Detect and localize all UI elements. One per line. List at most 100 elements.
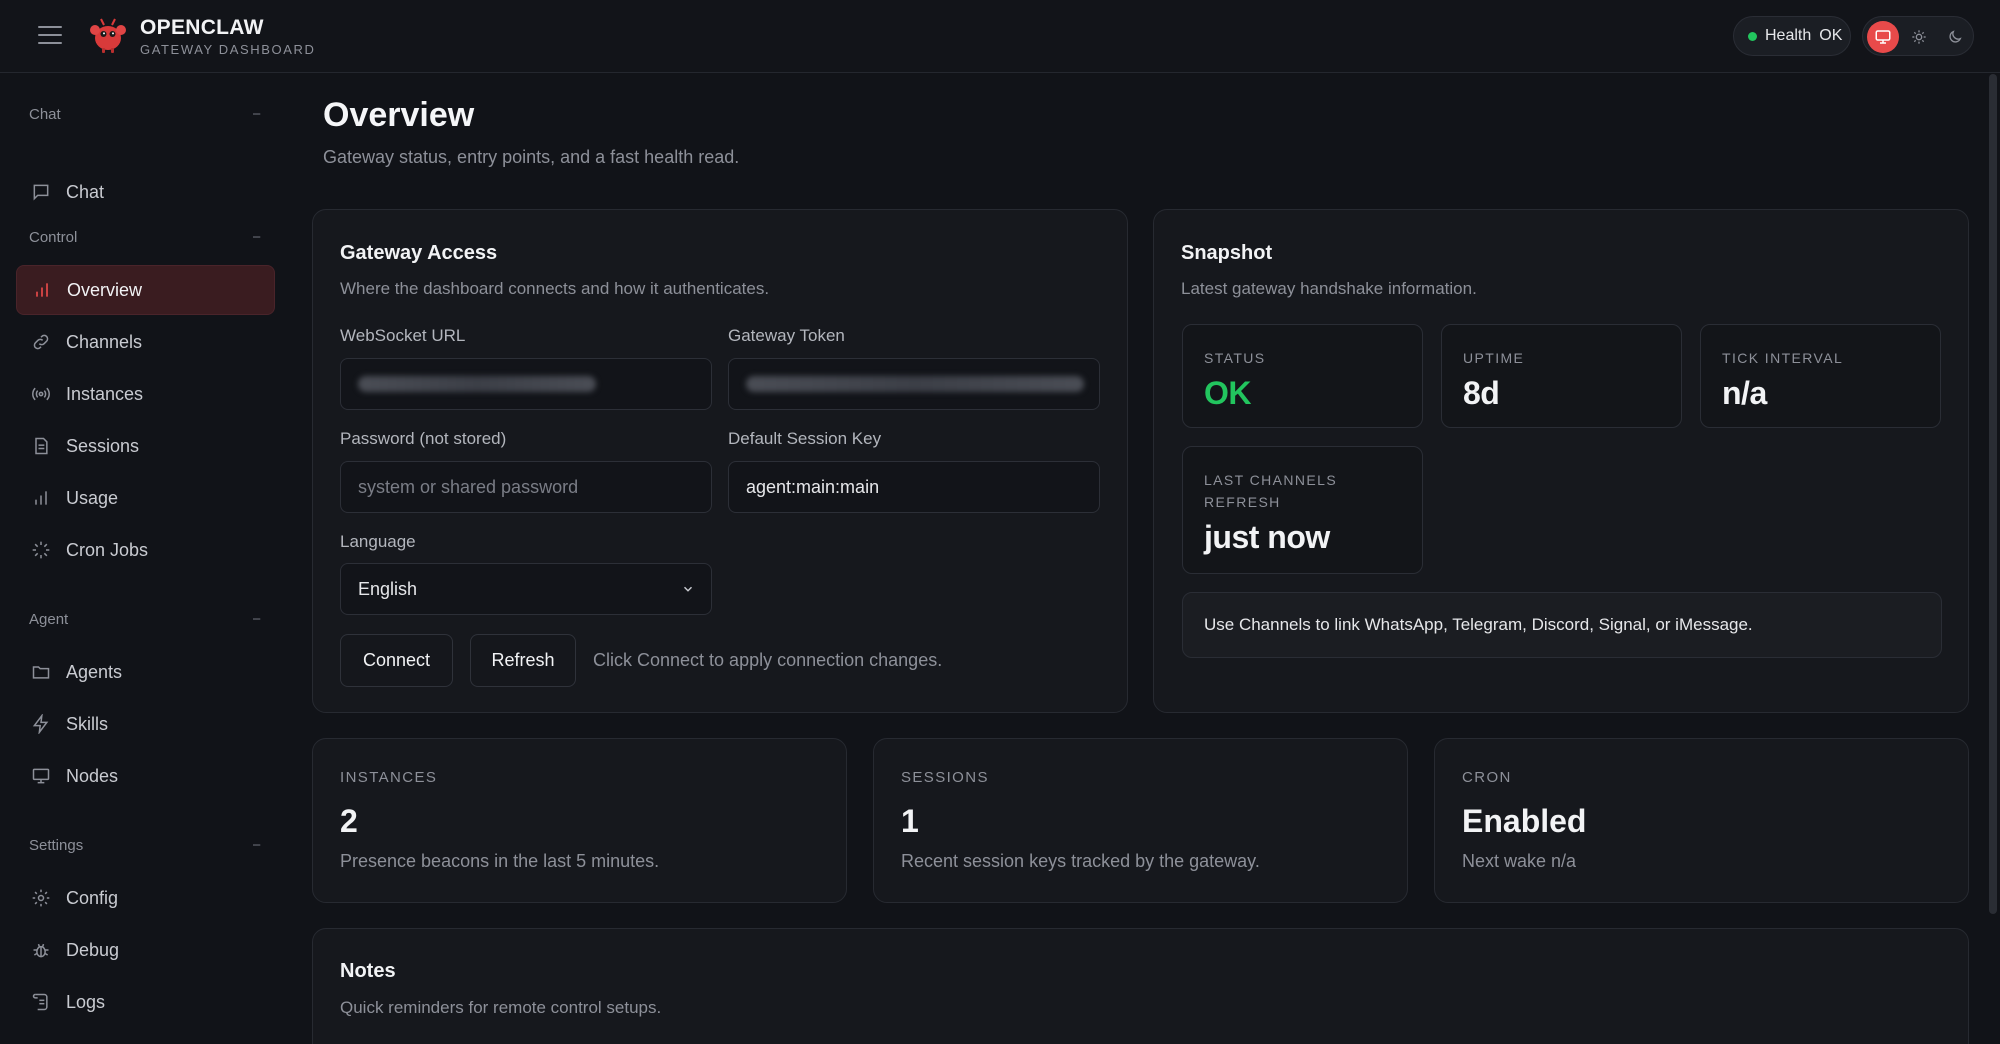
sidebar-section-chat[interactable]: Chat − [29, 106, 261, 123]
brand-title: OPENCLAW [140, 16, 264, 39]
stat-label-line: LAST CHANNELS [1204, 472, 1338, 488]
metric-subtitle: Presence beacons in the last 5 minutes. [340, 851, 660, 871]
theme-system-button[interactable] [1867, 21, 1899, 53]
redacted-value [746, 376, 1084, 392]
stat-last-channels-refresh: LAST CHANNELS REFRESH just now [1182, 446, 1423, 574]
monitor-icon [1875, 30, 1891, 44]
scroll-icon [30, 991, 52, 1013]
stat-value: 8d [1463, 375, 1500, 411]
theme-dark-button[interactable] [1939, 21, 1971, 53]
page-subtitle: Gateway status, entry points, and a fast… [323, 147, 740, 167]
sidebar-item-label: Usage [66, 487, 119, 508]
sidebar-item-label: Nodes [66, 765, 119, 786]
health-dot-icon [1748, 31, 1757, 41]
sidebar-item-debug[interactable]: Debug [16, 925, 275, 975]
language-value: English [358, 578, 418, 599]
top-bar: OPENCLAW GATEWAY DASHBOARD Health OK [0, 0, 2000, 73]
document-icon [30, 435, 52, 457]
card-subtitle: Latest gateway handshake information. [1181, 279, 1477, 298]
refresh-button[interactable]: Refresh [470, 634, 576, 687]
connect-button[interactable]: Connect [340, 634, 453, 687]
section-label: Settings [29, 837, 84, 854]
stat-value: n/a [1722, 375, 1767, 411]
stat-label: LAST CHANNELS REFRESH [1204, 469, 1337, 513]
stat-label: STATUS [1204, 350, 1266, 366]
card-title: Snapshot [1181, 242, 1273, 264]
sidebar-section-settings[interactable]: Settings − [29, 837, 261, 854]
sidebar-item-chat[interactable]: Chat [16, 167, 275, 217]
gateway-token-label: Gateway Token [728, 326, 845, 345]
stat-tick-interval: TICK INTERVAL n/a [1700, 324, 1941, 428]
health-label: Health [1765, 27, 1812, 44]
sidebar-item-label: Logs [66, 991, 106, 1012]
stat-label-line: REFRESH [1204, 494, 1281, 510]
bug-icon [30, 939, 52, 961]
sidebar-item-overview[interactable]: Overview [16, 265, 275, 315]
health-status-pill: Health OK [1733, 16, 1851, 56]
sidebar-section-control[interactable]: Control − [29, 229, 261, 246]
menu-icon[interactable] [38, 26, 62, 46]
collapse-icon[interactable]: − [252, 611, 261, 628]
card-subtitle: Quick reminders for remote control setup… [340, 998, 662, 1017]
metric-card-sessions: SESSIONS 1 Recent session keys tracked b… [873, 738, 1408, 903]
sidebar-item-label: Skills [66, 713, 109, 734]
sidebar-item-label: Config [66, 887, 119, 908]
sidebar-item-agents[interactable]: Agents [16, 647, 275, 697]
sidebar-item-channels[interactable]: Channels [16, 317, 275, 367]
chevron-down-icon [683, 586, 693, 592]
metric-label: CRON [1462, 769, 1512, 786]
websocket-url-label: WebSocket URL [340, 326, 466, 345]
metric-label: INSTANCES [340, 769, 438, 786]
collapse-icon[interactable]: − [252, 106, 261, 123]
sidebar-item-logs[interactable]: Logs [16, 977, 275, 1027]
sidebar-item-sessions[interactable]: Sessions [16, 421, 275, 471]
language-label: Language [340, 532, 416, 551]
sidebar-item-label: Sessions [66, 435, 140, 456]
section-label: Agent [29, 611, 69, 628]
sidebar-item-nodes[interactable]: Nodes [16, 751, 275, 801]
moon-icon [1949, 30, 1962, 43]
sidebar-item-instances[interactable]: Instances [16, 369, 275, 419]
message-icon [30, 181, 52, 203]
gear-icon [30, 887, 52, 909]
card-subtitle: Where the dashboard connects and how it … [340, 279, 770, 298]
channels-callout: Use Channels to link WhatsApp, Telegram,… [1182, 592, 1942, 658]
metric-value: 1 [901, 803, 919, 839]
sidebar-item-skills[interactable]: Skills [16, 699, 275, 749]
session-key-input[interactable]: agent:main:main [728, 461, 1100, 513]
page-title: Overview [323, 96, 475, 134]
notes-card: Notes Quick reminders for remote control… [312, 928, 1969, 1044]
sidebar-item-label: Agents [66, 661, 123, 682]
sidebar-item-label: Overview [67, 279, 143, 300]
websocket-url-input[interactable] [340, 358, 712, 410]
bar-chart-icon [30, 487, 52, 509]
connect-hint: Click Connect to apply connection change… [593, 650, 943, 670]
collapse-icon[interactable]: − [252, 229, 261, 246]
redacted-value [358, 376, 596, 392]
theme-light-button[interactable] [1903, 21, 1935, 53]
sidebar: Chat − Chat Control − Overview Channels … [0, 74, 290, 1044]
sidebar-item-cron-jobs[interactable]: Cron Jobs [16, 525, 275, 575]
sidebar-item-usage[interactable]: Usage [16, 473, 275, 523]
sidebar-item-label: Debug [66, 939, 120, 960]
brand-subtitle: GATEWAY DASHBOARD [140, 42, 316, 57]
section-label: Chat [29, 106, 61, 123]
gateway-token-input[interactable] [728, 358, 1100, 410]
broadcast-icon [30, 383, 52, 405]
monitor-icon [30, 765, 52, 787]
collapse-icon[interactable]: − [252, 837, 261, 854]
metric-card-instances: INSTANCES 2 Presence beacons in the last… [312, 738, 847, 903]
metric-card-cron: CRON Enabled Next wake n/a [1434, 738, 1969, 903]
sidebar-item-config[interactable]: Config [16, 873, 275, 923]
bolt-icon [30, 713, 52, 735]
theme-switcher [1862, 16, 1974, 56]
language-select[interactable]: English [340, 563, 712, 615]
page-scrollbar[interactable] [1989, 74, 1997, 914]
card-title: Gateway Access [340, 242, 498, 264]
sidebar-item-label: Instances [66, 383, 144, 404]
metric-subtitle: Recent session keys tracked by the gatew… [901, 851, 1260, 871]
password-input[interactable]: system or shared password [340, 461, 712, 513]
bar-chart-icon [31, 279, 53, 301]
card-title: Notes [340, 960, 396, 982]
sidebar-section-agent[interactable]: Agent − [29, 611, 261, 628]
